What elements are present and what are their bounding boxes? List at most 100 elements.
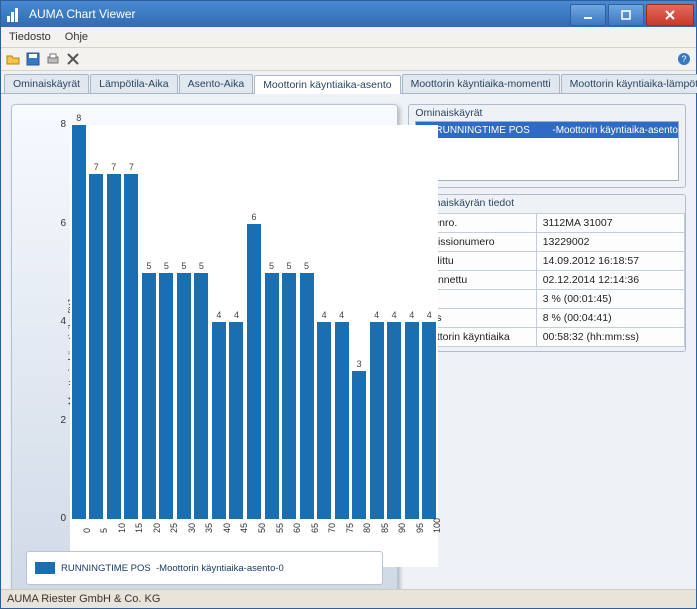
right-column: Ominaiskäyrät RUNNINGTIME POS -Moottorin… xyxy=(408,104,686,579)
bar xyxy=(265,273,279,519)
bar xyxy=(422,322,436,519)
titlebar[interactable]: AUMA Chart Viewer xyxy=(1,1,696,27)
delete-icon[interactable] xyxy=(65,51,81,67)
menu-help[interactable]: Ohje xyxy=(65,31,88,43)
tab-kayntiaika-momentti[interactable]: Moottorin käyntiaika-momentti xyxy=(402,74,560,93)
x-tick: 15 xyxy=(134,523,144,533)
series-desc: -Moottorin käyntiaika-asento xyxy=(552,125,678,136)
legend-series: RUNNINGTIME POS xyxy=(61,563,151,574)
print-icon[interactable] xyxy=(45,51,61,67)
bar xyxy=(142,273,156,519)
bar xyxy=(405,322,419,519)
x-tick: 30 xyxy=(187,523,197,533)
status-text: AUMA Riester GmbH & Co. KG xyxy=(7,593,160,605)
x-tick: 55 xyxy=(275,523,285,533)
bar xyxy=(282,273,296,519)
series-group: Ominaiskäyrät RUNNINGTIME POS -Moottorin… xyxy=(408,104,686,188)
table-row: Moottorin käyntiaika00:58:32 (hh:mm:ss) xyxy=(410,328,685,347)
bar-label: 5 xyxy=(282,261,296,271)
save-icon[interactable] xyxy=(25,51,41,67)
bar xyxy=(177,273,191,519)
bar xyxy=(194,273,208,519)
menubar: Tiedosto Ohje xyxy=(1,27,696,48)
bar-label: 5 xyxy=(159,261,173,271)
bar xyxy=(247,224,261,520)
tab-ominaiskayrat[interactable]: Ominaiskäyrät xyxy=(4,74,89,93)
info-group: Ominaiskäyrän tiedot Laitenro.3112MA 310… xyxy=(408,194,686,352)
x-tick: 85 xyxy=(380,523,390,533)
bar-label: 3 xyxy=(352,359,366,369)
tab-asento-aika[interactable]: Asento-Aika xyxy=(179,74,254,93)
svg-text:?: ? xyxy=(681,54,686,64)
bar-label: 7 xyxy=(89,162,103,172)
x-tick: 95 xyxy=(415,523,425,533)
bar xyxy=(317,322,331,519)
close-button[interactable] xyxy=(646,4,694,26)
y-tick: 6 xyxy=(52,218,66,229)
bar-label: 5 xyxy=(194,261,208,271)
bar-label: 5 xyxy=(265,261,279,271)
bar xyxy=(124,174,138,519)
table-row: Laadittu14.09.2012 16:18:57 xyxy=(410,252,685,271)
info-group-title: Ominaiskäyrän tiedot xyxy=(409,195,685,211)
series-group-title: Ominaiskäyrät xyxy=(409,105,685,121)
open-icon[interactable] xyxy=(5,51,21,67)
bar xyxy=(335,322,349,519)
series-item[interactable]: RUNNINGTIME POS -Moottorin käyntiaika-as… xyxy=(416,122,678,138)
x-tick: 50 xyxy=(257,523,267,533)
bar-label: 4 xyxy=(422,310,436,320)
bar-label: 4 xyxy=(212,310,226,320)
bar-label: 4 xyxy=(387,310,401,320)
bar-label: 7 xyxy=(107,162,121,172)
tab-kayntiaika-asento[interactable]: Moottorin käyntiaika-asento xyxy=(254,75,400,94)
bar xyxy=(212,322,226,519)
bar xyxy=(300,273,314,519)
table-row: Laitenro.3112MA 31007 xyxy=(410,214,685,233)
y-tick: 2 xyxy=(52,415,66,426)
chart-legend: RUNNINGTIME POS -Moottorin käyntiaika-as… xyxy=(26,551,383,585)
bar-label: 4 xyxy=(370,310,384,320)
bars-layer: 877755554465554434444 xyxy=(70,125,438,567)
bar-label: 4 xyxy=(317,310,331,320)
x-tick: 90 xyxy=(397,523,407,533)
x-tick: 75 xyxy=(345,523,355,533)
x-tick: 65 xyxy=(310,523,320,533)
x-tick: 60 xyxy=(292,523,302,533)
help-icon[interactable]: ? xyxy=(676,51,692,67)
series-name: RUNNINGTIME POS xyxy=(435,125,552,136)
app-window: AUMA Chart Viewer Tiedosto Ohje ? Ominai… xyxy=(0,0,697,609)
tab-lampotila-aika[interactable]: Lämpötila-Aika xyxy=(90,74,177,93)
app-icon xyxy=(7,6,23,22)
bar-label: 6 xyxy=(247,212,261,222)
bar xyxy=(107,174,121,519)
y-tick: 4 xyxy=(52,316,66,327)
minimize-button[interactable] xyxy=(570,4,606,26)
bar-label: 5 xyxy=(142,261,156,271)
x-tick: 10 xyxy=(117,523,127,533)
maximize-button[interactable] xyxy=(608,4,644,26)
info-table: Laitenro.3112MA 31007 Komissionumero1322… xyxy=(409,213,685,347)
menu-file[interactable]: Tiedosto xyxy=(9,31,51,43)
bar-label: 8 xyxy=(72,113,86,123)
bar xyxy=(387,322,401,519)
bar xyxy=(229,322,243,519)
table-row: Komissionumero13229002 xyxy=(410,233,685,252)
bar-label: 7 xyxy=(124,162,138,172)
content-area: Moottorin käyntiaika [%] 877755554465554… xyxy=(1,94,696,589)
bar xyxy=(89,174,103,519)
bar xyxy=(352,371,366,519)
bar-label: 4 xyxy=(405,310,419,320)
bar xyxy=(370,322,384,519)
x-tick: 0 xyxy=(82,528,92,533)
table-row: Tallennettu02.12.2014 12:14:36 xyxy=(410,271,685,290)
table-row: Min3 % (00:01:45) xyxy=(410,290,685,309)
y-tick: 0 xyxy=(52,513,66,524)
tab-kayntiaika-lampotila[interactable]: Moottorin käyntiaika-lämpötila xyxy=(561,74,697,93)
series-listbox[interactable]: RUNNINGTIME POS -Moottorin käyntiaika-as… xyxy=(415,121,679,181)
status-bar: AUMA Riester GmbH & Co. KG xyxy=(1,589,696,608)
bar-label: 4 xyxy=(335,310,349,320)
bar-label: 5 xyxy=(300,261,314,271)
toolbar: ? xyxy=(1,48,696,71)
x-tick: 80 xyxy=(362,523,372,533)
bar-label: 4 xyxy=(229,310,243,320)
